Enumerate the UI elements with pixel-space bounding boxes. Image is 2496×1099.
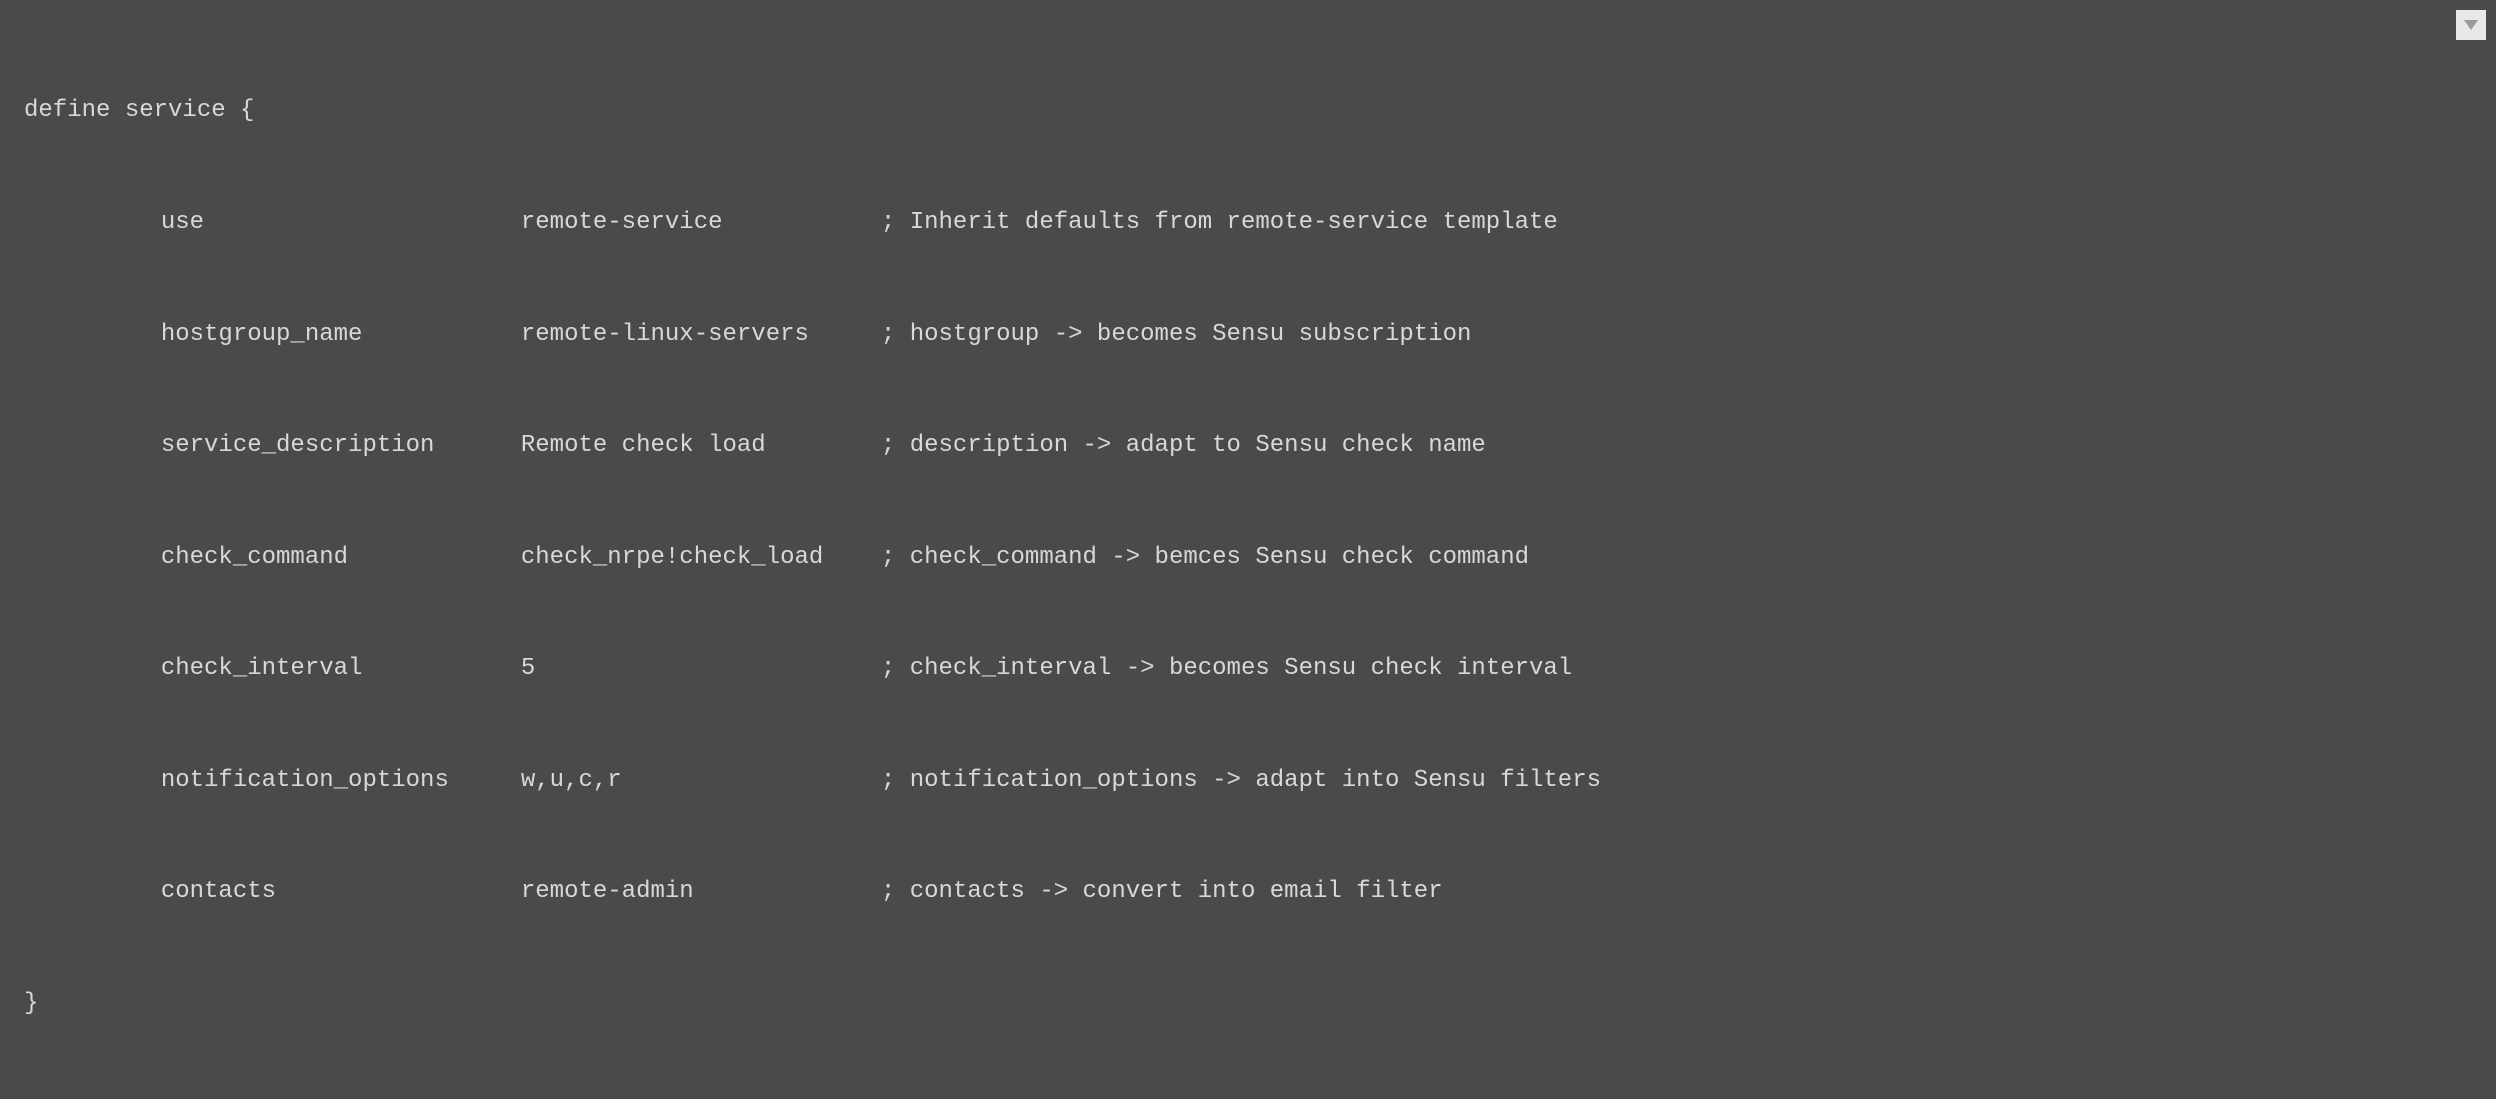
- code-value: remote-linux-servers: [521, 316, 881, 353]
- code-key: hostgroup_name: [161, 316, 521, 353]
- code-semicolon: ;: [881, 873, 910, 910]
- code-line-open: define service {: [24, 92, 2472, 129]
- code-value: 5: [521, 650, 881, 687]
- code-row: check_interval5;check_interval -> become…: [24, 650, 2472, 687]
- code-semicolon: ;: [881, 762, 910, 799]
- code-value: remote-service: [521, 204, 881, 241]
- code-comment: check_interval -> becomes Sensu check in…: [910, 655, 1573, 682]
- code-row: check_commandcheck_nrpe!check_load;check…: [24, 539, 2472, 576]
- code-key: check_command: [161, 539, 521, 576]
- code-line-close: }: [24, 985, 2472, 1022]
- code-comment: hostgroup -> becomes Sensu subscription: [910, 321, 1472, 348]
- code-value: Remote check load: [521, 427, 881, 464]
- code-value: remote-admin: [521, 873, 881, 910]
- code-row: useremote-service;Inherit defaults from …: [24, 204, 2472, 241]
- code-key: contacts: [161, 873, 521, 910]
- code-value: w,u,c,r: [521, 762, 881, 799]
- code-semicolon: ;: [881, 427, 910, 464]
- code-value: check_nrpe!check_load: [521, 539, 881, 576]
- code-comment: notification_options -> adapt into Sensu…: [910, 767, 1601, 794]
- code-semicolon: ;: [881, 539, 910, 576]
- code-row: hostgroup_nameremote-linux-servers;hostg…: [24, 316, 2472, 353]
- code-comment: description -> adapt to Sensu check name: [910, 432, 1486, 459]
- code-key: notification_options: [161, 762, 521, 799]
- code-comment: Inherit defaults from remote-service tem…: [910, 209, 1558, 236]
- code-key: service_description: [161, 427, 521, 464]
- code-semicolon: ;: [881, 316, 910, 353]
- code-comment: check_command -> bemces Sensu check comm…: [910, 544, 1529, 571]
- code-row: contactsremote-admin;contacts -> convert…: [24, 873, 2472, 910]
- code-semicolon: ;: [881, 650, 910, 687]
- code-comment: contacts -> convert into email filter: [910, 878, 1443, 905]
- code-key: use: [161, 204, 521, 241]
- code-row: service_descriptionRemote check load;des…: [24, 427, 2472, 464]
- code-row: notification_optionsw,u,c,r;notification…: [24, 762, 2472, 799]
- dropdown-button[interactable]: [2456, 10, 2486, 40]
- chevron-down-icon: [2464, 6, 2478, 43]
- code-block: define service { useremote-service;Inher…: [24, 18, 2472, 1059]
- code-key: check_interval: [161, 650, 521, 687]
- code-semicolon: ;: [881, 204, 910, 241]
